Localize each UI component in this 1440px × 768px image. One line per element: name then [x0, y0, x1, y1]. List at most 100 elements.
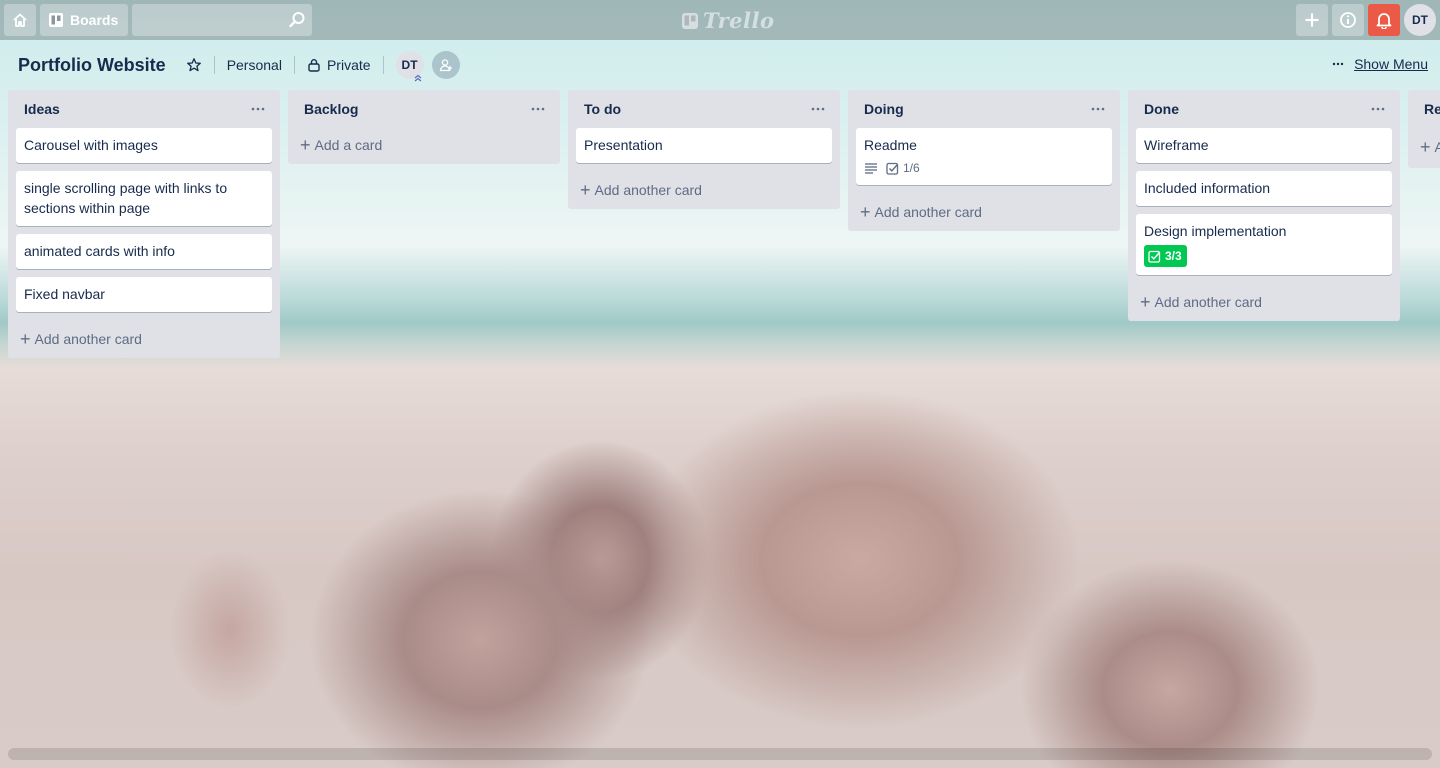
trello-logo-text: Trello — [703, 8, 775, 33]
header-divider — [293, 56, 295, 74]
description-badge — [864, 159, 878, 177]
visibility-button[interactable]: Private — [307, 53, 371, 77]
board-title[interactable]: Portfolio Website — [18, 55, 166, 76]
card[interactable]: Included information — [1136, 171, 1392, 206]
home-button[interactable] — [4, 4, 36, 36]
more-icon — [531, 107, 545, 111]
card[interactable]: Design implementation 3/3 — [1136, 214, 1392, 275]
add-card-button[interactable]: + A — [1408, 128, 1440, 166]
show-menu-button[interactable]: Show Menu — [1332, 56, 1428, 72]
add-card-button[interactable]: + Add another card — [1136, 283, 1392, 321]
list-title[interactable]: Backlog — [304, 101, 358, 117]
card[interactable]: Carousel with images — [16, 128, 272, 163]
search-box[interactable] — [132, 4, 313, 36]
list-to-do: To do Presentation + Add another card — [568, 90, 840, 209]
list-title[interactable]: Done — [1144, 101, 1179, 117]
plus-icon — [1305, 13, 1319, 27]
card-title: Design implementation — [1144, 223, 1287, 239]
more-icon — [251, 107, 265, 111]
home-icon — [13, 13, 27, 27]
more-icon — [1371, 107, 1385, 111]
list-title[interactable]: To do — [584, 101, 621, 117]
card-title: Presentation — [584, 137, 663, 153]
list-partial: Re + A — [1408, 90, 1440, 168]
header-divider — [382, 56, 384, 74]
list-title[interactable]: Ideas — [24, 101, 60, 117]
show-menu-label: Show Menu — [1354, 56, 1428, 72]
list-backlog: Backlog + Add a card — [288, 90, 560, 164]
checklist-icon — [886, 162, 899, 175]
boards-button[interactable]: Boards — [40, 4, 129, 36]
list-doing: Doing Readme 1/6 + Add another card — [848, 90, 1120, 231]
search-icon — [289, 12, 305, 28]
star-button[interactable] — [186, 53, 202, 77]
list-menu-button[interactable] — [806, 97, 830, 121]
card-title: animated cards with info — [24, 243, 175, 259]
card[interactable]: Wireframe — [1136, 128, 1392, 163]
create-button[interactable] — [1296, 4, 1328, 36]
list-header: Done — [1136, 90, 1392, 128]
boards-label: Boards — [70, 12, 119, 28]
add-card-button[interactable]: + Add another card — [576, 171, 832, 209]
list-ideas: Ideas Carousel with images single scroll… — [8, 90, 280, 358]
invite-member-button[interactable] — [431, 51, 460, 79]
user-avatar[interactable]: DT — [1404, 4, 1436, 36]
star-icon — [186, 58, 201, 72]
checklist-count: 3/3 — [1165, 249, 1182, 263]
board-horizontal-scrollbar[interactable] — [8, 748, 1432, 760]
add-card-label: Add another card — [1154, 294, 1262, 310]
add-card-label: Add another card — [34, 331, 142, 347]
plus-icon: + — [300, 135, 311, 155]
member-avatar[interactable]: DT — [395, 51, 424, 82]
card-badges: 1/6 — [864, 159, 1104, 177]
notifications-button[interactable] — [1368, 4, 1400, 36]
card-title: single scrolling page with links to sect… — [24, 180, 228, 216]
list-menu-button[interactable] — [246, 97, 270, 121]
visibility-label: Private — [326, 57, 371, 73]
list-header: Re — [1408, 90, 1440, 128]
list-menu-button[interactable] — [1366, 97, 1390, 121]
checklist-count: 1/6 — [903, 161, 920, 175]
info-icon — [1340, 12, 1356, 28]
list-header: To do — [576, 90, 832, 128]
list-title[interactable]: Doing — [864, 101, 904, 117]
top-navbar: Boards Trello DT — [0, 0, 1440, 40]
card-title: Included information — [1144, 180, 1271, 196]
header-divider — [213, 56, 215, 74]
list-menu-button[interactable] — [1086, 97, 1110, 121]
topbar-actions: DT — [1296, 4, 1436, 36]
member-initials: DT — [401, 58, 418, 72]
trello-logo[interactable]: Trello — [681, 8, 775, 33]
plus-icon: + — [580, 180, 591, 200]
card[interactable]: single scrolling page with links to sect… — [16, 171, 272, 226]
checklist-complete-badge: 3/3 — [1144, 245, 1187, 267]
boards-icon — [49, 13, 63, 27]
list-menu-button[interactable] — [526, 97, 550, 121]
card[interactable]: Presentation — [576, 128, 832, 163]
list-header: Doing — [856, 90, 1112, 128]
add-card-label: A — [1434, 139, 1440, 155]
more-icon — [1091, 107, 1105, 111]
plus-icon: + — [1140, 292, 1151, 312]
add-card-label: Add a card — [314, 137, 383, 153]
card[interactable]: Fixed navbar — [16, 277, 272, 312]
board-header: Portfolio Website Personal Private DT Sh… — [0, 40, 1440, 90]
trello-logo-icon — [682, 12, 698, 29]
list-header: Backlog — [296, 90, 552, 128]
list-title[interactable]: Re — [1424, 101, 1440, 117]
team-button[interactable]: Personal — [227, 53, 282, 77]
add-card-button[interactable]: + Add another card — [16, 320, 272, 358]
card[interactable]: animated cards with info — [16, 234, 272, 269]
add-person-icon — [439, 59, 452, 72]
add-card-button[interactable]: + Add a card — [296, 126, 552, 164]
search-input[interactable] — [132, 4, 313, 36]
card-title: Wireframe — [1144, 137, 1209, 153]
bell-icon — [1376, 13, 1392, 29]
add-card-button[interactable]: + Add another card — [856, 193, 1112, 231]
info-button[interactable] — [1332, 4, 1364, 36]
card[interactable]: Readme 1/6 — [856, 128, 1112, 185]
checklist-icon — [1148, 250, 1161, 263]
checklist-badge: 1/6 — [886, 159, 920, 177]
card-badges: 3/3 — [1144, 245, 1384, 267]
card-title: Readme — [864, 137, 917, 153]
